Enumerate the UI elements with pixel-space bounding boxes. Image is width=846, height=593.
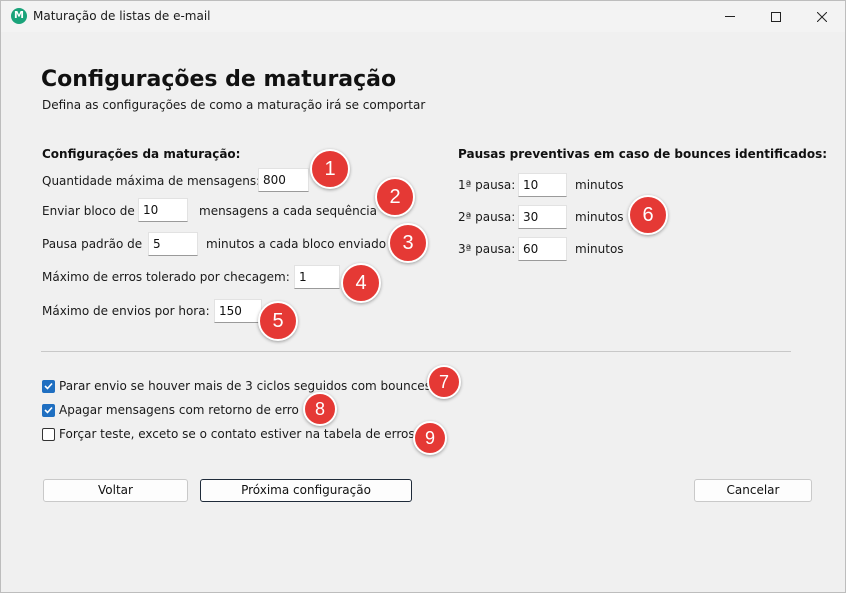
block-size-input[interactable] [138, 198, 188, 222]
window-title: Maturação de listas de e-mail [33, 9, 211, 23]
checkbox-checked-icon[interactable] [42, 403, 55, 417]
annotation-badge-2: 2 [375, 177, 415, 217]
pause-minutes-input[interactable] [148, 232, 198, 256]
pause-3-input[interactable] [518, 237, 567, 261]
minimize-icon [725, 16, 735, 17]
next-config-button[interactable]: Próxima configuração [200, 479, 412, 502]
app-logo-icon: M [11, 8, 27, 24]
annotation-badge-7: 7 [427, 365, 461, 399]
back-button[interactable]: Voltar [43, 479, 188, 502]
block-label-after: mensagens a cada sequência [199, 204, 377, 218]
main-window: M Maturação de listas de e-mail Configur… [0, 0, 846, 593]
pause-3-label: 3ª pausa: [458, 242, 516, 256]
checkbox-unchecked-icon[interactable] [42, 427, 55, 441]
max-per-hour-label: Máximo de envios por hora: [42, 304, 210, 318]
annotation-badge-1: 1 [310, 149, 350, 189]
option-label: Apagar mensagens com retorno de erro [59, 403, 299, 417]
option-stop-on-bounces[interactable]: Parar envio se houver mais de 3 ciclos s… [42, 378, 431, 394]
pause-1-unit: minutos [575, 178, 624, 192]
max-errors-label: Máximo de erros tolerado por checagem: [42, 270, 290, 284]
pause-2-unit: minutos [575, 210, 624, 224]
minimize-button[interactable] [707, 1, 753, 32]
option-label: Parar envio se houver mais de 3 ciclos s… [59, 379, 431, 393]
option-force-test[interactable]: Forçar teste, exceto se o contato estive… [42, 426, 415, 442]
section-divider [41, 351, 791, 352]
close-icon [817, 11, 827, 22]
page-title: Configurações de maturação [41, 67, 397, 92]
pause-1-input[interactable] [518, 173, 567, 197]
maximize-icon [771, 11, 781, 22]
close-button[interactable] [799, 1, 845, 32]
option-label: Forçar teste, exceto se o contato estive… [59, 427, 415, 441]
maximize-button[interactable] [753, 1, 799, 32]
annotation-badge-4: 4 [341, 263, 381, 303]
pause-label-before: Pausa padrão de [42, 237, 143, 251]
max-errors-input[interactable] [294, 265, 340, 289]
annotation-badge-3: 3 [388, 223, 428, 263]
checkbox-checked-icon[interactable] [42, 379, 55, 393]
title-bar[interactable]: M Maturação de listas de e-mail [1, 1, 845, 32]
annotation-badge-5: 5 [258, 301, 298, 341]
annotation-badge-8: 8 [303, 392, 337, 426]
page-subtitle: Defina as configurações de como a matura… [42, 98, 426, 112]
pause-2-label: 2ª pausa: [458, 210, 516, 224]
bounces-section-title: Pausas preventivas em caso de bounces id… [458, 147, 828, 161]
annotation-badge-6: 6 [628, 195, 668, 235]
pause-3-unit: minutos [575, 242, 624, 256]
max-messages-input[interactable] [258, 168, 309, 192]
maturation-section-title: Configurações da maturação: [42, 147, 241, 161]
max-per-hour-input[interactable] [214, 299, 262, 323]
max-messages-label: Quantidade máxima de mensagens: [42, 174, 261, 188]
pause-1-label: 1ª pausa: [458, 178, 516, 192]
option-delete-error-messages[interactable]: Apagar mensagens com retorno de erro [42, 402, 299, 418]
pause-2-input[interactable] [518, 205, 567, 229]
pause-label-after: minutos a cada bloco enviado [206, 237, 387, 251]
annotation-badge-9: 9 [413, 421, 447, 455]
block-label-before: Enviar bloco de [42, 204, 135, 218]
cancel-button[interactable]: Cancelar [694, 479, 812, 502]
